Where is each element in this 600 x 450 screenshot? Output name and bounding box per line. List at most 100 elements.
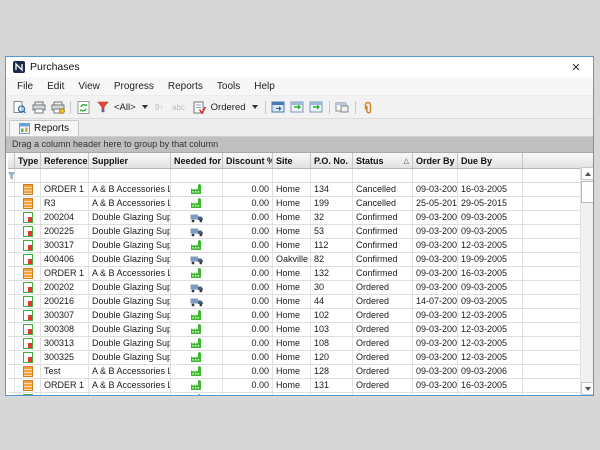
close-button[interactable]: ✕ xyxy=(561,61,591,74)
cell-order-by: 14-07-2005 xyxy=(413,295,458,308)
scrollbar-up-button[interactable] xyxy=(581,167,593,180)
table-row[interactable]: TestA & B Accessories Ltd.0.00Home128Ord… xyxy=(8,365,593,379)
column-header-type[interactable]: Type xyxy=(15,153,41,168)
column-header-label: Site xyxy=(276,156,293,166)
print-setup-icon[interactable] xyxy=(48,98,67,116)
attachment-paperclip-icon[interactable] xyxy=(359,98,378,116)
menu-item-help[interactable]: Help xyxy=(247,81,282,92)
cell-site: Home xyxy=(273,183,311,196)
filter-dropdown-arrow-icon[interactable] xyxy=(142,105,148,109)
column-header-p-o-no[interactable]: P.O. No. xyxy=(311,153,353,168)
table-row[interactable]: 300308Double Glazing Suppliers0.00Home10… xyxy=(8,323,593,337)
menu-item-view[interactable]: View xyxy=(71,81,107,92)
type-order-icon xyxy=(23,268,33,279)
filter-value[interactable]: <All> xyxy=(112,102,138,113)
scrollbar-down-button[interactable] xyxy=(581,382,593,395)
import-window-icon[interactable] xyxy=(288,98,307,116)
menu-item-file[interactable]: File xyxy=(10,81,40,92)
filter-cell-due-by[interactable] xyxy=(458,169,523,182)
export-window-icon[interactable] xyxy=(307,98,326,116)
menu-item-edit[interactable]: Edit xyxy=(40,81,71,92)
column-header-label: Status xyxy=(356,156,384,166)
cell-p-o-no: 44 xyxy=(311,295,353,308)
cell-status: Ordered xyxy=(353,351,413,364)
header-corner-cell xyxy=(8,153,15,168)
cell-type xyxy=(15,393,41,395)
group-by-drop-zone[interactable]: Drag a column header here to group by th… xyxy=(6,137,593,153)
table-row[interactable]: 400406Double Glazing Suppliers0.00Oakvil… xyxy=(8,253,593,267)
table-row[interactable]: 200216Double Glazing Suppliers0.00Home44… xyxy=(8,295,593,309)
filter-cell-type[interactable] xyxy=(15,169,41,182)
table-row[interactable]: 300313Double Glazing Suppliers0.00Home10… xyxy=(8,337,593,351)
column-header-label: Supplier xyxy=(92,156,128,166)
column-header-order-by[interactable]: Order By xyxy=(413,153,458,168)
needed-for-truck-icon xyxy=(190,283,204,293)
filter-cell-needed-for[interactable] xyxy=(171,169,223,182)
cell-needed-for xyxy=(171,379,223,392)
cell-p-o-no: 53 xyxy=(311,225,353,238)
table-row[interactable]: 300307Double Glazing Suppliers0.00Home10… xyxy=(8,309,593,323)
column-header-row: TypeReferenceSupplier Needed forDiscount … xyxy=(8,153,593,169)
properties-window-icon[interactable] xyxy=(333,98,352,116)
purchases-window: Purchases ✕ FileEditViewProgressReportsT… xyxy=(5,56,594,396)
column-header-needed-for[interactable]: Needed for xyxy=(171,153,223,168)
print-icon[interactable] xyxy=(29,98,48,116)
filter-row-funnel-icon xyxy=(8,172,15,180)
table-row[interactable]: 200204Double Glazing Suppliers0.00Home32… xyxy=(8,211,593,225)
print-preview-icon[interactable] xyxy=(10,98,29,116)
toolbar-separator xyxy=(70,101,71,114)
filter-cell-discount[interactable] xyxy=(223,169,273,182)
progress-filter-value[interactable]: Ordered xyxy=(209,102,248,113)
menu-item-tools[interactable]: Tools xyxy=(210,81,247,92)
needed-for-factory-icon xyxy=(190,338,203,349)
progress-dropdown-arrow-icon[interactable] xyxy=(252,105,258,109)
cell-due-by: 12-03-2005 xyxy=(458,337,523,350)
filter-cell-site[interactable] xyxy=(273,169,311,182)
menu-item-progress[interactable]: Progress xyxy=(107,81,161,92)
filter-cell-reference[interactable] xyxy=(41,169,89,182)
table-row[interactable]: 200202Double Glazing Suppliers0.00Home30… xyxy=(8,281,593,295)
column-header-discount[interactable]: Discount % xyxy=(223,153,273,168)
cell-needed-for xyxy=(171,351,223,364)
table-row[interactable]: 300325Double Glazing Suppliers0.00Home12… xyxy=(8,351,593,365)
cell-site: Home xyxy=(273,197,311,210)
filter-cell-status[interactable] xyxy=(353,169,413,182)
toolbar-separator xyxy=(329,101,330,114)
tab-reports[interactable]: Reports xyxy=(9,120,79,136)
column-header-site[interactable]: Site xyxy=(273,153,311,168)
table-row[interactable]: ORD0103Double Glazing Suppliers0.00Home2… xyxy=(8,393,593,395)
scrollbar-thumb[interactable] xyxy=(581,181,593,203)
menu-item-reports[interactable]: Reports xyxy=(161,81,210,92)
cell-discount: 0.00 xyxy=(223,393,273,395)
filter-cell-p-o-no[interactable] xyxy=(311,169,353,182)
cell-order-by: 09-03-2005 xyxy=(413,281,458,294)
table-row[interactable]: 200225Double Glazing Suppliers0.00Home53… xyxy=(8,225,593,239)
table-row[interactable]: ORDER 1A & B Accessories Ltd.0.00Home132… xyxy=(8,267,593,281)
refresh-icon[interactable] xyxy=(74,98,93,116)
toolbar-separator xyxy=(355,101,356,114)
progress-checklist-icon[interactable] xyxy=(190,98,209,116)
column-header-supplier[interactable]: Supplier xyxy=(89,153,171,168)
cell-needed-for xyxy=(171,281,223,294)
column-header-due-by[interactable]: Due By xyxy=(458,153,523,168)
filter-cell-supplier[interactable] xyxy=(89,169,171,182)
filter-cell-order-by[interactable] xyxy=(413,169,458,182)
column-header-status[interactable]: Status△ xyxy=(353,153,413,168)
detail-window-icon[interactable] xyxy=(269,98,288,116)
table-row[interactable]: ORDER 1A & B Accessories Ltd.0.00Home134… xyxy=(8,183,593,197)
table-row[interactable]: R3A & B Accessories Ltd.0.00Home199Cance… xyxy=(8,197,593,211)
cell-reference: ORDER 1 xyxy=(41,183,89,196)
cell-due-by: 20-06-2015 xyxy=(458,393,523,395)
vertical-scrollbar[interactable] xyxy=(580,167,593,395)
cell-site: Home xyxy=(273,281,311,294)
column-header-reference[interactable]: Reference xyxy=(41,153,89,168)
cell-supplier: Double Glazing Suppliers xyxy=(89,281,171,294)
table-row[interactable]: ORDER 1A & B Accessories Ltd.0.00Home131… xyxy=(8,379,593,393)
table-row[interactable]: 300317Double Glazing Suppliers0.00Home11… xyxy=(8,239,593,253)
filter-funnel-icon[interactable] xyxy=(93,98,112,116)
cell-p-o-no: 103 xyxy=(311,323,353,336)
abc-disabled-icon: abc xyxy=(171,98,190,116)
cell-supplier: Double Glazing Suppliers xyxy=(89,253,171,266)
type-document-icon xyxy=(23,226,33,237)
cell-status: Ordered xyxy=(353,365,413,378)
